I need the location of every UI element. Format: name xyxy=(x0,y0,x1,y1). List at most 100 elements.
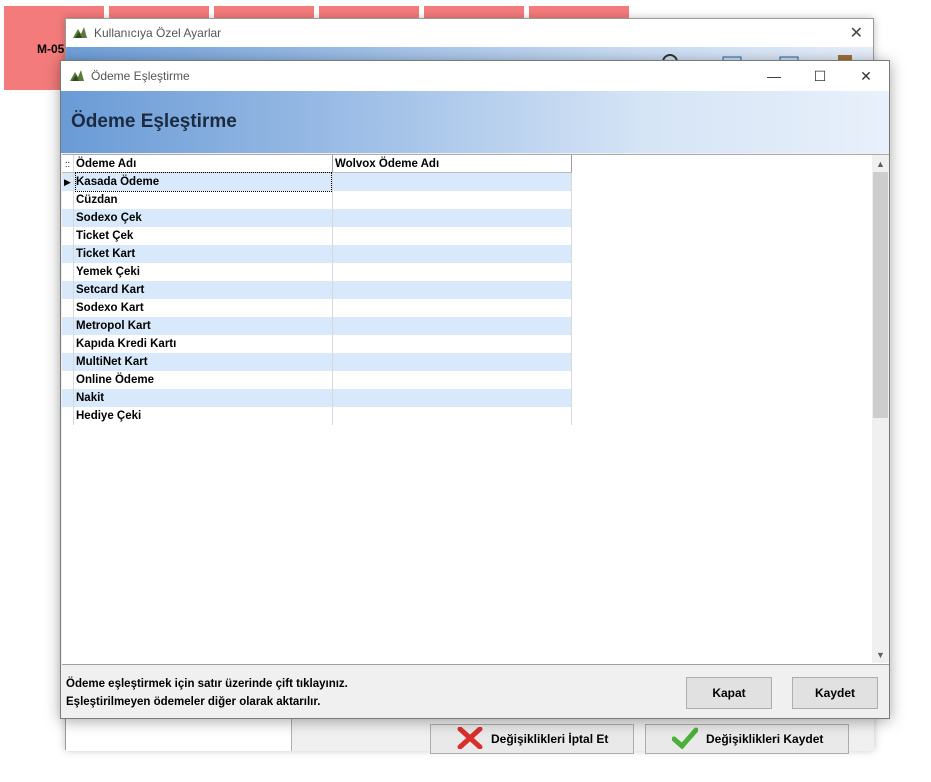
wolvox-name-cell[interactable] xyxy=(333,173,572,191)
table-row[interactable]: MultiNet Kart xyxy=(62,353,572,371)
row-indicator xyxy=(62,353,74,371)
table-row[interactable]: Hediye Çeki xyxy=(62,407,572,425)
row-indicator xyxy=(62,371,74,389)
table-row[interactable]: ▶ Kasada Ödeme xyxy=(62,172,572,192)
row-indicator xyxy=(62,245,74,263)
payment-name-cell[interactable]: Ticket Kart xyxy=(74,245,333,263)
page-title: Ödeme Eşleştirme xyxy=(71,111,237,132)
payment-name-cell[interactable]: Ticket Çek xyxy=(74,227,333,245)
hint-text-2: Eşleştirilmeyen ödemeler diğer olarak ak… xyxy=(66,696,321,708)
table-row[interactable]: Metropol Kart xyxy=(62,317,572,335)
window-titlebar: Ödeme Eşleştirme — ☐ ✕ xyxy=(61,61,889,91)
payment-name-text: Sodexo Kart xyxy=(76,302,144,314)
payment-name-cell[interactable]: Sodexo Kart xyxy=(74,299,333,317)
back-window-bottom-panel xyxy=(66,715,292,751)
back-window-titlebar: Kullanıcıya Özel Ayarlar xyxy=(66,19,873,47)
row-indicator xyxy=(62,389,74,407)
payment-name-cell[interactable]: Nakit xyxy=(74,389,333,407)
payment-name-cell[interactable]: Yemek Çeki xyxy=(74,263,333,281)
row-indicator xyxy=(62,263,74,281)
row-pointer-icon: ▶ xyxy=(62,173,74,191)
window-header: Ödeme Eşleştirme xyxy=(61,91,889,153)
green-check-icon xyxy=(671,727,699,752)
row-indicator xyxy=(62,191,74,209)
vertical-scrollbar[interactable]: ▲ ▼ xyxy=(872,155,889,663)
app-logo-icon xyxy=(69,68,85,85)
payment-name-text: Nakit xyxy=(76,392,105,404)
row-indicator xyxy=(62,227,74,245)
scroll-up-icon[interactable]: ▲ xyxy=(872,155,889,172)
payment-name-cell[interactable]: Kapıda Kredi Kartı xyxy=(74,335,333,353)
back-window-close-icon[interactable]: ✕ xyxy=(850,23,863,43)
wolvox-name-cell[interactable] xyxy=(333,353,572,371)
payment-name-cell[interactable]: Cüzdan xyxy=(74,191,333,209)
payment-name-cell[interactable]: Online Ödeme xyxy=(74,371,333,389)
table-row[interactable]: Sodexo Kart xyxy=(62,299,572,317)
minimize-button[interactable]: — xyxy=(751,61,797,91)
save-changes-label: Değişiklikleri Kaydet xyxy=(706,732,824,746)
hint-text-1: Ödeme eşleştirmek için satır üzerinde çi… xyxy=(66,678,348,690)
payment-name-text: Kapıda Kredi Kartı xyxy=(76,338,177,350)
window-footer: Ödeme eşleştirmek için satır üzerinde çi… xyxy=(62,664,889,718)
payment-name-text: Hediye Çeki xyxy=(76,410,142,422)
payment-matching-window: Ödeme Eşleştirme — ☐ ✕ Ödeme Eşleştirme … xyxy=(60,60,890,719)
payment-grid[interactable]: :: Ödeme Adı Wolvox Ödeme Adı ▶ Kasada Öd… xyxy=(62,154,889,664)
wolvox-name-cell[interactable] xyxy=(333,263,572,281)
row-indicator xyxy=(62,299,74,317)
row-indicator xyxy=(62,317,74,335)
save-changes-button[interactable]: Değişiklikleri Kaydet xyxy=(645,724,849,754)
table-row[interactable]: Yemek Çeki xyxy=(62,263,572,281)
wolvox-name-cell[interactable] xyxy=(333,191,572,209)
background-tile-label: M-05 xyxy=(37,42,65,56)
payment-name-text: Yemek Çeki xyxy=(76,266,140,278)
column-header-payment-name[interactable]: Ödeme Adı xyxy=(74,155,333,172)
table-row[interactable]: Nakit xyxy=(62,389,572,407)
payment-name-text: Setcard Kart xyxy=(76,284,145,296)
payment-name-cell[interactable]: Metropol Kart xyxy=(74,317,333,335)
wolvox-name-cell[interactable] xyxy=(333,389,572,407)
payment-name-text: Ticket Çek xyxy=(76,230,134,242)
payment-name-cell[interactable]: Setcard Kart xyxy=(74,281,333,299)
table-row[interactable]: Setcard Kart xyxy=(62,281,572,299)
grid-indicator-header: :: xyxy=(62,155,74,172)
payment-name-text: Kasada Ödeme xyxy=(75,172,332,192)
maximize-button[interactable]: ☐ xyxy=(797,61,843,91)
payment-name-cell[interactable]: Kasada Ödeme xyxy=(74,172,333,192)
close-dialog-button[interactable]: Kapat xyxy=(686,677,772,709)
table-row[interactable]: Sodexo Çek xyxy=(62,209,572,227)
wolvox-name-cell[interactable] xyxy=(333,407,572,425)
payment-name-text: Ticket Kart xyxy=(76,248,136,260)
wolvox-name-cell[interactable] xyxy=(333,281,572,299)
payment-name-cell[interactable]: Sodexo Çek xyxy=(74,209,333,227)
table-row[interactable]: Ticket Çek xyxy=(62,227,572,245)
wolvox-name-cell[interactable] xyxy=(333,317,572,335)
wolvox-name-cell[interactable] xyxy=(333,227,572,245)
cancel-changes-label: Değişiklikleri İptal Et xyxy=(491,732,609,746)
window-title: Ödeme Eşleştirme xyxy=(91,69,190,83)
scrollbar-thumb[interactable] xyxy=(873,172,888,418)
row-indicator xyxy=(62,281,74,299)
back-window-button-bar: Değişiklikleri İptal Et Değişiklikleri K… xyxy=(292,715,874,754)
row-indicator xyxy=(62,407,74,425)
payment-name-text: Cüzdan xyxy=(76,194,118,206)
wolvox-name-cell[interactable] xyxy=(333,299,572,317)
wolvox-name-cell[interactable] xyxy=(333,371,572,389)
row-indicator xyxy=(62,335,74,353)
payment-name-text: Sodexo Çek xyxy=(76,212,142,224)
table-row[interactable]: Online Ödeme xyxy=(62,371,572,389)
save-button[interactable]: Kaydet xyxy=(792,677,878,709)
payment-name-cell[interactable]: MultiNet Kart xyxy=(74,353,333,371)
table-row[interactable]: Ticket Kart xyxy=(62,245,572,263)
close-button[interactable]: ✕ xyxy=(843,61,889,91)
wolvox-name-cell[interactable] xyxy=(333,245,572,263)
payment-name-cell[interactable]: Hediye Çeki xyxy=(74,407,333,425)
table-row[interactable]: Cüzdan xyxy=(62,191,572,209)
wolvox-name-cell[interactable] xyxy=(333,335,572,353)
column-header-wolvox-name[interactable]: Wolvox Ödeme Adı xyxy=(333,155,572,172)
table-row[interactable]: Kapıda Kredi Kartı xyxy=(62,335,572,353)
grid-header-row: :: Ödeme Adı Wolvox Ödeme Adı xyxy=(62,155,572,173)
payment-name-text: Metropol Kart xyxy=(76,320,151,332)
scroll-down-icon[interactable]: ▼ xyxy=(872,646,889,663)
cancel-changes-button[interactable]: Değişiklikleri İptal Et xyxy=(430,724,634,754)
wolvox-name-cell[interactable] xyxy=(333,209,572,227)
